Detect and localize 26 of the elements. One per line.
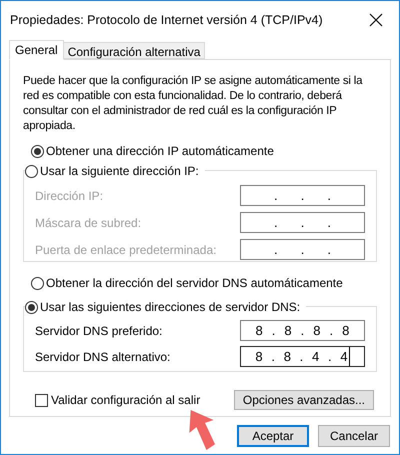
field-label: Servidor DNS alternativo: — [35, 348, 170, 366]
checkbox[interactable] — [35, 394, 48, 406]
radio-button[interactable] — [31, 144, 44, 158]
radio-label: Obtener la dirección del servidor DNS automáticamente — [46, 275, 343, 292]
checkbox-label: Validar configuración al salir — [51, 393, 200, 407]
tab[interactable]: General — [9, 40, 64, 60]
window-title: Propiedades: Protocolo de Internet versión 4 (TCP/IPv4) — [10, 12, 323, 29]
field-label: Servidor DNS preferido: — [35, 322, 162, 340]
radio-label: Usar la siguiente dirección IP: — [40, 163, 199, 180]
radio-button[interactable] — [25, 164, 38, 178]
radio-label: Obtener una dirección IP automáticamente — [46, 143, 274, 160]
field-label: Máscara de subred: — [35, 214, 142, 232]
ip-address-field[interactable]: 8 . 8 . 4 . 4 — [240, 346, 365, 367]
dialog-button[interactable]: Aceptar — [237, 425, 309, 447]
radio-button[interactable] — [31, 276, 44, 290]
tab[interactable]: Configuración alternativa — [64, 42, 206, 59]
radio-label: Usar las siguientes direcciones de servidor DNS: — [40, 299, 300, 316]
dialog-button[interactable]: Cancelar — [318, 425, 390, 447]
radio-button[interactable] — [25, 300, 38, 314]
description-text: Puede hacer que la configuración IP se asigne automáticamente si la red es compatible con esta funcionalidad. De lo contrario, deberá consultar con el administrador de red cuál es la configuración IP apropiada. — [23, 74, 364, 134]
ip-address-field[interactable]: 8 . 8 . 8 . 8 — [240, 320, 365, 341]
close-icon — [369, 13, 383, 27]
advanced-options-button[interactable]: Opciones avanzadas... — [234, 390, 374, 410]
close-button[interactable] — [367, 11, 385, 29]
field-label: Puerta de enlace predeterminada: — [35, 242, 216, 258]
field-label: Dirección IP: — [35, 188, 104, 204]
